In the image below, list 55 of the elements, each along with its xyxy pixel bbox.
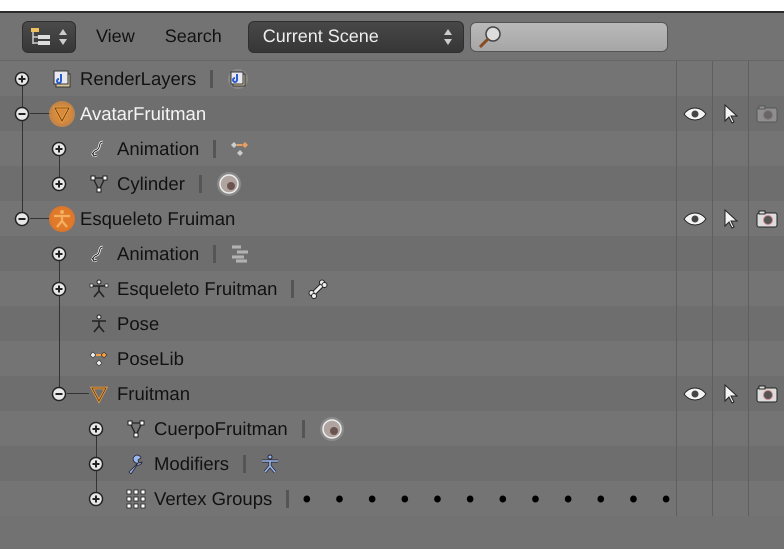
cursor-icon[interactable] [722, 104, 738, 124]
expand-toggle[interactable] [88, 420, 104, 436]
eye-icon[interactable] [682, 386, 706, 400]
eye-icon[interactable] [682, 212, 706, 226]
sphere-icon [318, 416, 345, 442]
expand-toggle[interactable] [14, 210, 30, 226]
expand-toggle[interactable] [14, 106, 30, 122]
camera-icon[interactable] [756, 208, 778, 228]
bars-icon [230, 244, 250, 264]
expand-toggle[interactable] [88, 456, 104, 472]
expand-toggle[interactable] [51, 280, 67, 296]
tree-item[interactable]: Animation [117, 242, 200, 264]
tree-item[interactable]: Animation [117, 138, 200, 160]
updown-arrows-icon [442, 26, 453, 46]
camera-icon[interactable] [756, 384, 778, 404]
expand-toggle[interactable] [51, 176, 67, 192]
tree-item[interactable]: Fruitman [117, 382, 190, 404]
triangle-icon [89, 174, 109, 194]
image-icon [52, 68, 72, 88]
tree-item[interactable]: AvatarFruitman [80, 102, 206, 124]
tree-item[interactable]: Vertex Groups [154, 488, 272, 510]
tree-item[interactable]: Cylinder [117, 172, 185, 194]
search-field[interactable] [470, 22, 668, 52]
tree-item[interactable]: Modifiers [154, 452, 230, 474]
tree-item[interactable]: Pose [117, 312, 160, 334]
cursor-icon[interactable] [722, 208, 738, 228]
sphere-icon [216, 170, 242, 196]
menu-item[interactable]: View [86, 26, 145, 47]
expand-toggle[interactable] [51, 386, 67, 402]
tree-item[interactable]: CuerpoFruitman [154, 418, 288, 440]
eye-icon[interactable] [682, 106, 706, 120]
figure-icon [89, 278, 109, 298]
figure-icon [52, 208, 72, 228]
image-icon [227, 68, 250, 90]
expand-toggle[interactable] [51, 140, 67, 156]
scene-dropdown[interactable]: Current Scene [248, 20, 464, 52]
bone-icon [308, 278, 328, 298]
expand-toggle[interactable] [51, 246, 67, 262]
tree-item[interactable]: Esqueleto Fruiman [80, 208, 236, 230]
dot-grid-icon [126, 488, 146, 508]
figure-icon [260, 454, 280, 474]
search-icon [476, 24, 503, 50]
dots-icon [303, 494, 670, 502]
tree-item[interactable]: RenderLayers [80, 68, 196, 90]
menu-item[interactable]: Search [154, 26, 232, 47]
cursor-icon[interactable] [722, 384, 738, 404]
outliner-icon [30, 26, 52, 46]
editor-type-button[interactable] [22, 20, 76, 52]
tree-item[interactable]: Esqueleto Fruitman [117, 278, 278, 300]
updown-arrows-icon [58, 26, 68, 46]
expand-toggle[interactable] [14, 70, 30, 86]
triangle-icon [126, 418, 146, 438]
expand-toggle[interactable] [88, 490, 104, 506]
figure-icon [89, 314, 109, 334]
tree-item[interactable]: PoseLib [117, 348, 184, 370]
